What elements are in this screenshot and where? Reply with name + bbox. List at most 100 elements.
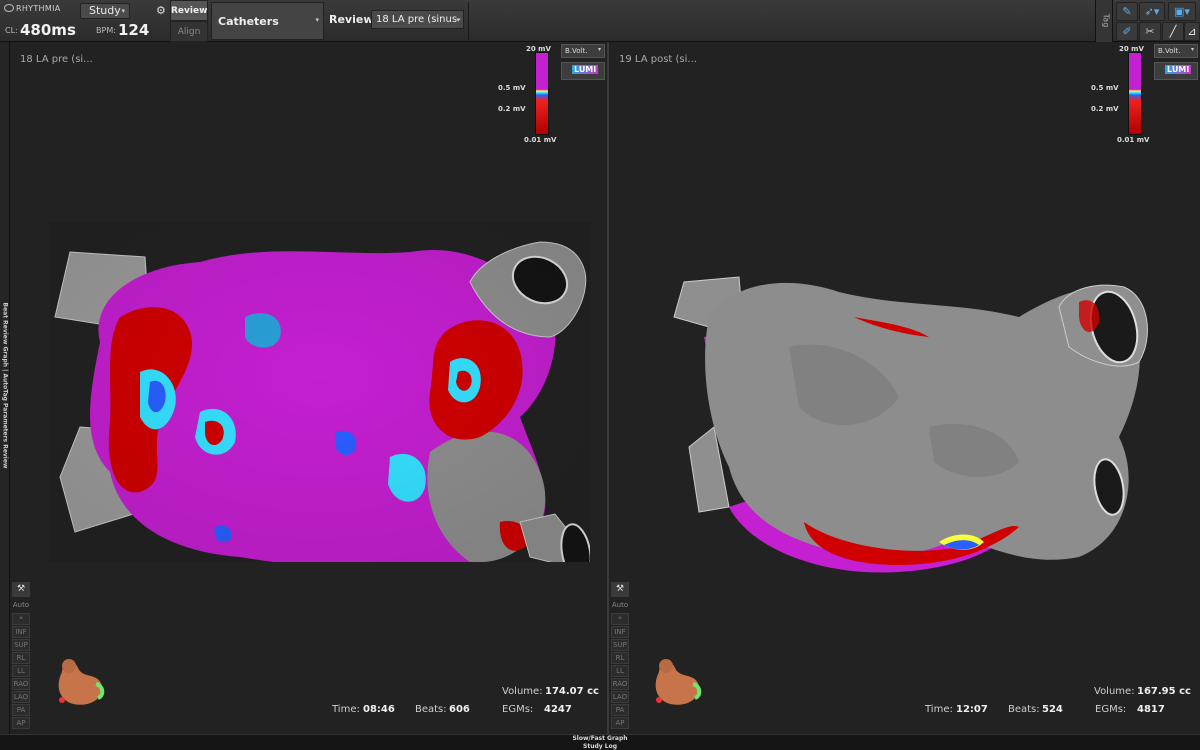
view-buttons: ⚒ Auto * INF SUP RL LL RAO LAO PA AP — [12, 582, 32, 730]
hammer-icon[interactable]: ⚒ — [611, 582, 629, 597]
scale-max-label: 20 mV — [1119, 45, 1144, 53]
view-rl-button[interactable]: RL — [611, 652, 629, 664]
view-rao-button[interactable]: RAO — [611, 678, 629, 690]
review-map-select[interactable]: 18 LA pre (sinus- ▾ — [371, 10, 464, 29]
cut-tool-icon[interactable]: ✂ — [1139, 22, 1161, 41]
chevron-down-icon: ▾ — [121, 7, 125, 15]
rhythmia-logo: RHYTHMIA — [4, 4, 61, 13]
view-auto-button[interactable]: Auto — [611, 600, 629, 612]
lumipoint-button[interactable]: LUMI — [561, 62, 605, 80]
view-auto-button[interactable]: Auto — [12, 600, 30, 612]
tag-panel-toggle[interactable]: Tag — [1095, 0, 1113, 42]
voltage-map-3d[interactable] — [669, 247, 1159, 587]
scale-lower-label: 0.2 mV — [498, 105, 526, 113]
chevron-down-icon: ▾ — [315, 16, 319, 24]
annotate-dropdown-icon[interactable]: ➶▾ — [1139, 2, 1165, 21]
catheters-label: Catheters — [218, 15, 279, 28]
logo-mark-icon — [4, 4, 14, 12]
left-side-tabs[interactable]: Beat Review Graph | AutoTag Parameters R… — [0, 42, 10, 734]
lumipoint-icon: LUMI — [1165, 65, 1192, 74]
hammer-icon[interactable]: ⚒ — [12, 582, 30, 597]
tab-review[interactable]: Review — [170, 0, 208, 21]
egms-value: 4817 — [1137, 704, 1165, 715]
view-ap-button[interactable]: AP — [611, 717, 629, 729]
pane-title: 18 LA pre (si... — [20, 54, 93, 65]
voltage-type-select[interactable]: B.Volt. ▾ — [1154, 44, 1198, 58]
chevron-down-icon: ▾ — [456, 16, 460, 24]
study-dropdown-label: Study — [89, 4, 121, 17]
voltage-type-label: B.Volt. — [1158, 47, 1181, 55]
view-ll-button[interactable]: LL — [611, 665, 629, 677]
map-pane-post[interactable]: 19 LA post (si... 20 mV 0.5 mV 0.2 mV 0.… — [609, 42, 1200, 734]
study-dropdown[interactable]: Study ▾ — [80, 3, 130, 19]
scale-min-label: 0.01 mV — [1117, 136, 1150, 144]
ruler-tool-icon[interactable]: ⊿ — [1184, 22, 1200, 41]
orientation-torso-icon[interactable] — [52, 654, 108, 710]
tab-align[interactable]: Align — [170, 21, 208, 42]
study-log-tab[interactable]: Study Log — [0, 743, 1200, 750]
catheters-dropdown[interactable]: Catheters ▾ — [211, 2, 324, 40]
egms-label: EGMs: — [1095, 704, 1127, 715]
display-dropdown-icon[interactable]: ▣▾ — [1168, 2, 1196, 21]
pane-title: 19 LA post (si... — [619, 54, 697, 65]
view-lao-button[interactable]: LAO — [611, 691, 629, 703]
view-star-button[interactable]: * — [12, 613, 30, 625]
toolbar-divider — [468, 2, 469, 40]
probe-tool-icon[interactable]: ✐ — [1116, 22, 1138, 41]
view-buttons: ⚒ Auto * INF SUP RL LL RAO LAO PA AP — [611, 582, 631, 730]
map-pane-pre[interactable]: 18 LA pre (si... 20 mV 0.5 mV 0.2 mV 0.0… — [10, 42, 607, 734]
chevron-down-icon: ▾ — [597, 46, 601, 53]
scale-upper-label: 0.5 mV — [498, 84, 526, 92]
volume-value: 174.07 cc — [545, 686, 599, 697]
view-ll-button[interactable]: LL — [12, 665, 30, 677]
voltage-color-scale[interactable] — [1128, 52, 1142, 135]
slow-fast-graph-tab[interactable]: Slow/Fast Graph — [0, 735, 1200, 742]
left-side-tabs-label: Beat Review Graph | AutoTag Parameters R… — [1, 302, 9, 469]
scale-min-label: 0.01 mV — [524, 136, 557, 144]
cycle-length-label: CL: — [5, 26, 18, 35]
brush-tool-icon[interactable]: ╱ — [1162, 22, 1184, 41]
voltage-type-select[interactable]: B.Volt. ▾ — [561, 44, 605, 58]
beats-value: 524 — [1042, 704, 1063, 715]
review-map-selected: 18 LA pre (sinus- — [376, 14, 461, 25]
view-star-button[interactable]: * — [611, 613, 629, 625]
voltage-map-3d[interactable] — [50, 222, 590, 562]
view-sup-button[interactable]: SUP — [12, 639, 30, 651]
scale-upper-label: 0.5 mV — [1091, 84, 1119, 92]
view-pa-button[interactable]: PA — [12, 704, 30, 716]
time-label: Time: — [332, 704, 360, 715]
bottom-tabs: Slow/Fast Graph Study Log — [0, 734, 1200, 750]
orientation-torso-icon[interactable] — [649, 654, 705, 710]
logo-text: RHYTHMIA — [16, 4, 61, 13]
view-rl-button[interactable]: RL — [12, 652, 30, 664]
bpm-value: 124 — [118, 21, 150, 39]
cycle-length-value: 480ms — [20, 21, 76, 39]
view-inf-button[interactable]: INF — [12, 626, 30, 638]
time-value: 12:07 — [956, 704, 988, 715]
volume-label: Volume: — [1094, 686, 1135, 697]
chevron-down-icon: ▾ — [1190, 46, 1194, 53]
beats-label: Beats: — [415, 704, 447, 715]
egms-value: 4247 — [544, 704, 572, 715]
lumipoint-button[interactable]: LUMI — [1154, 62, 1198, 80]
time-value: 08:46 — [363, 704, 395, 715]
catheter-tool-icon[interactable]: ✎ — [1116, 2, 1138, 21]
voltage-type-label: B.Volt. — [565, 47, 588, 55]
voltage-color-scale[interactable] — [535, 52, 549, 135]
scale-lower-label: 0.2 mV — [1091, 105, 1119, 113]
view-sup-button[interactable]: SUP — [611, 639, 629, 651]
view-rao-button[interactable]: RAO — [12, 678, 30, 690]
view-lao-button[interactable]: LAO — [12, 691, 30, 703]
view-pa-button[interactable]: PA — [611, 704, 629, 716]
scale-max-label: 20 mV — [526, 45, 551, 53]
beats-label: Beats: — [1008, 704, 1040, 715]
bpm-label: BPM: — [96, 26, 116, 35]
egms-label: EGMs: — [502, 704, 534, 715]
lumipoint-icon: LUMI — [572, 65, 599, 74]
view-inf-button[interactable]: INF — [611, 626, 629, 638]
tag-label: Tag — [1101, 13, 1111, 28]
view-ap-button[interactable]: AP — [12, 717, 30, 729]
top-toolbar: RHYTHMIA CL: 480ms BPM: 124 Study ▾ ⚙ Rev… — [0, 0, 1200, 42]
time-label: Time: — [925, 704, 953, 715]
gear-icon[interactable]: ⚙ — [156, 4, 166, 17]
